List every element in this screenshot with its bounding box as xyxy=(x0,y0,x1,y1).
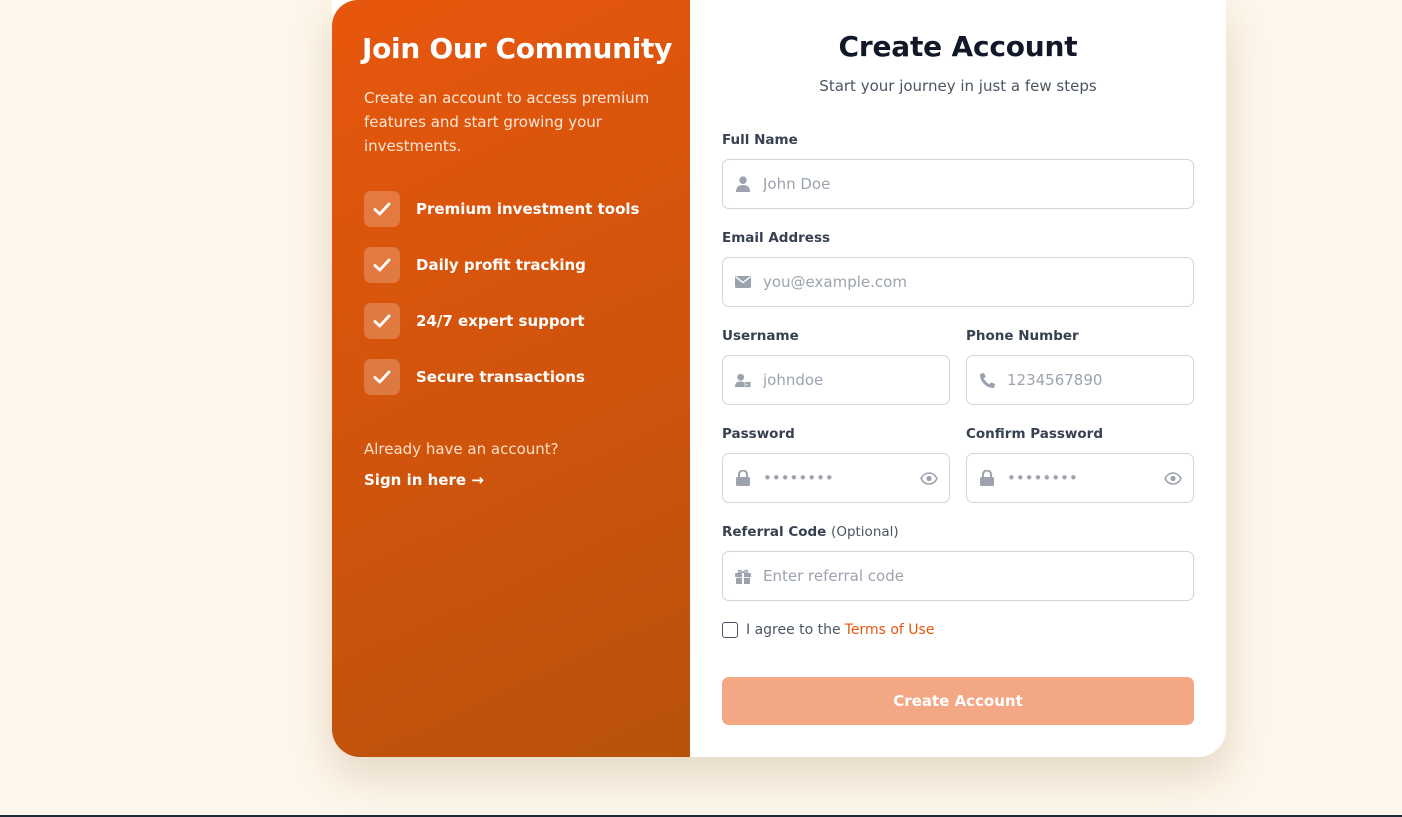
terms-checkbox[interactable] xyxy=(722,622,738,638)
password-label: Password xyxy=(722,426,795,442)
full-name-field[interactable] xyxy=(722,159,1194,209)
signup-form: Create Account Start your journey in jus… xyxy=(690,0,1226,757)
signup-card: Join Our Community Create an account to … xyxy=(332,0,1226,757)
username-input[interactable] xyxy=(763,356,949,404)
show-confirm-password-eye-icon[interactable] xyxy=(1163,468,1183,488)
promo-title: Join Our Community xyxy=(362,32,673,65)
user-icon xyxy=(735,176,751,192)
phone-field[interactable] xyxy=(966,355,1194,405)
confirm-password-field[interactable] xyxy=(966,453,1194,503)
username-label: Username xyxy=(722,328,799,344)
feature-label: Daily profit tracking xyxy=(416,256,586,274)
full-name-input[interactable] xyxy=(763,160,1193,208)
check-icon xyxy=(364,247,400,283)
password-field[interactable] xyxy=(722,453,950,503)
form-title: Create Account xyxy=(838,30,1078,63)
gift-icon xyxy=(735,568,751,584)
check-icon xyxy=(364,191,400,227)
full-name-label: Full Name xyxy=(722,132,798,148)
envelope-icon xyxy=(735,274,751,290)
optional-tag: (Optional) xyxy=(831,524,899,540)
phone-label: Phone Number xyxy=(966,328,1079,344)
terms-of-use-link[interactable]: Terms of Use xyxy=(845,622,935,638)
lock-icon xyxy=(735,470,751,486)
create-account-button[interactable]: Create Account xyxy=(722,677,1194,725)
password-input[interactable] xyxy=(763,454,919,502)
user-tag-icon xyxy=(735,372,751,388)
page: Join Our Community Create an account to … xyxy=(0,0,1402,817)
feature-item: Premium investment tools xyxy=(364,191,662,227)
check-icon xyxy=(364,359,400,395)
referral-field[interactable] xyxy=(722,551,1194,601)
terms-prefix: I agree to the xyxy=(746,622,841,638)
promo-panel: Join Our Community Create an account to … xyxy=(332,0,690,757)
confirm-password-label: Confirm Password xyxy=(966,426,1104,442)
feature-item: 24/7 expert support xyxy=(364,303,662,339)
username-field[interactable] xyxy=(722,355,950,405)
terms-text: I agree to the Terms of Use xyxy=(746,622,934,638)
feature-item: Secure transactions xyxy=(364,359,662,395)
promo-description: Create an account to access premium feat… xyxy=(364,89,650,155)
already-have-account-text: Already have an account? xyxy=(364,440,559,458)
sign-in-link[interactable]: Sign in here → xyxy=(364,471,484,489)
referral-input[interactable] xyxy=(763,552,1193,600)
form-subtitle: Start your journey in just a few steps xyxy=(819,77,1097,95)
email-field[interactable] xyxy=(722,257,1194,307)
referral-label: Referral Code (Optional) xyxy=(722,524,899,540)
phone-input[interactable] xyxy=(1007,356,1193,404)
confirm-password-input[interactable] xyxy=(1007,454,1163,502)
phone-icon xyxy=(979,372,995,388)
lock-icon xyxy=(979,470,995,486)
check-icon xyxy=(364,303,400,339)
feature-label: Secure transactions xyxy=(416,368,585,386)
feature-item: Daily profit tracking xyxy=(364,247,662,283)
terms-row: I agree to the Terms of Use xyxy=(722,622,934,638)
show-password-eye-icon[interactable] xyxy=(919,468,939,488)
referral-label-text: Referral Code xyxy=(722,524,827,540)
email-input[interactable] xyxy=(763,258,1193,306)
feature-label: 24/7 expert support xyxy=(416,312,585,330)
email-label: Email Address xyxy=(722,230,831,246)
feature-list: Premium investment tools Daily profit tr… xyxy=(364,191,662,395)
feature-label: Premium investment tools xyxy=(416,200,640,218)
